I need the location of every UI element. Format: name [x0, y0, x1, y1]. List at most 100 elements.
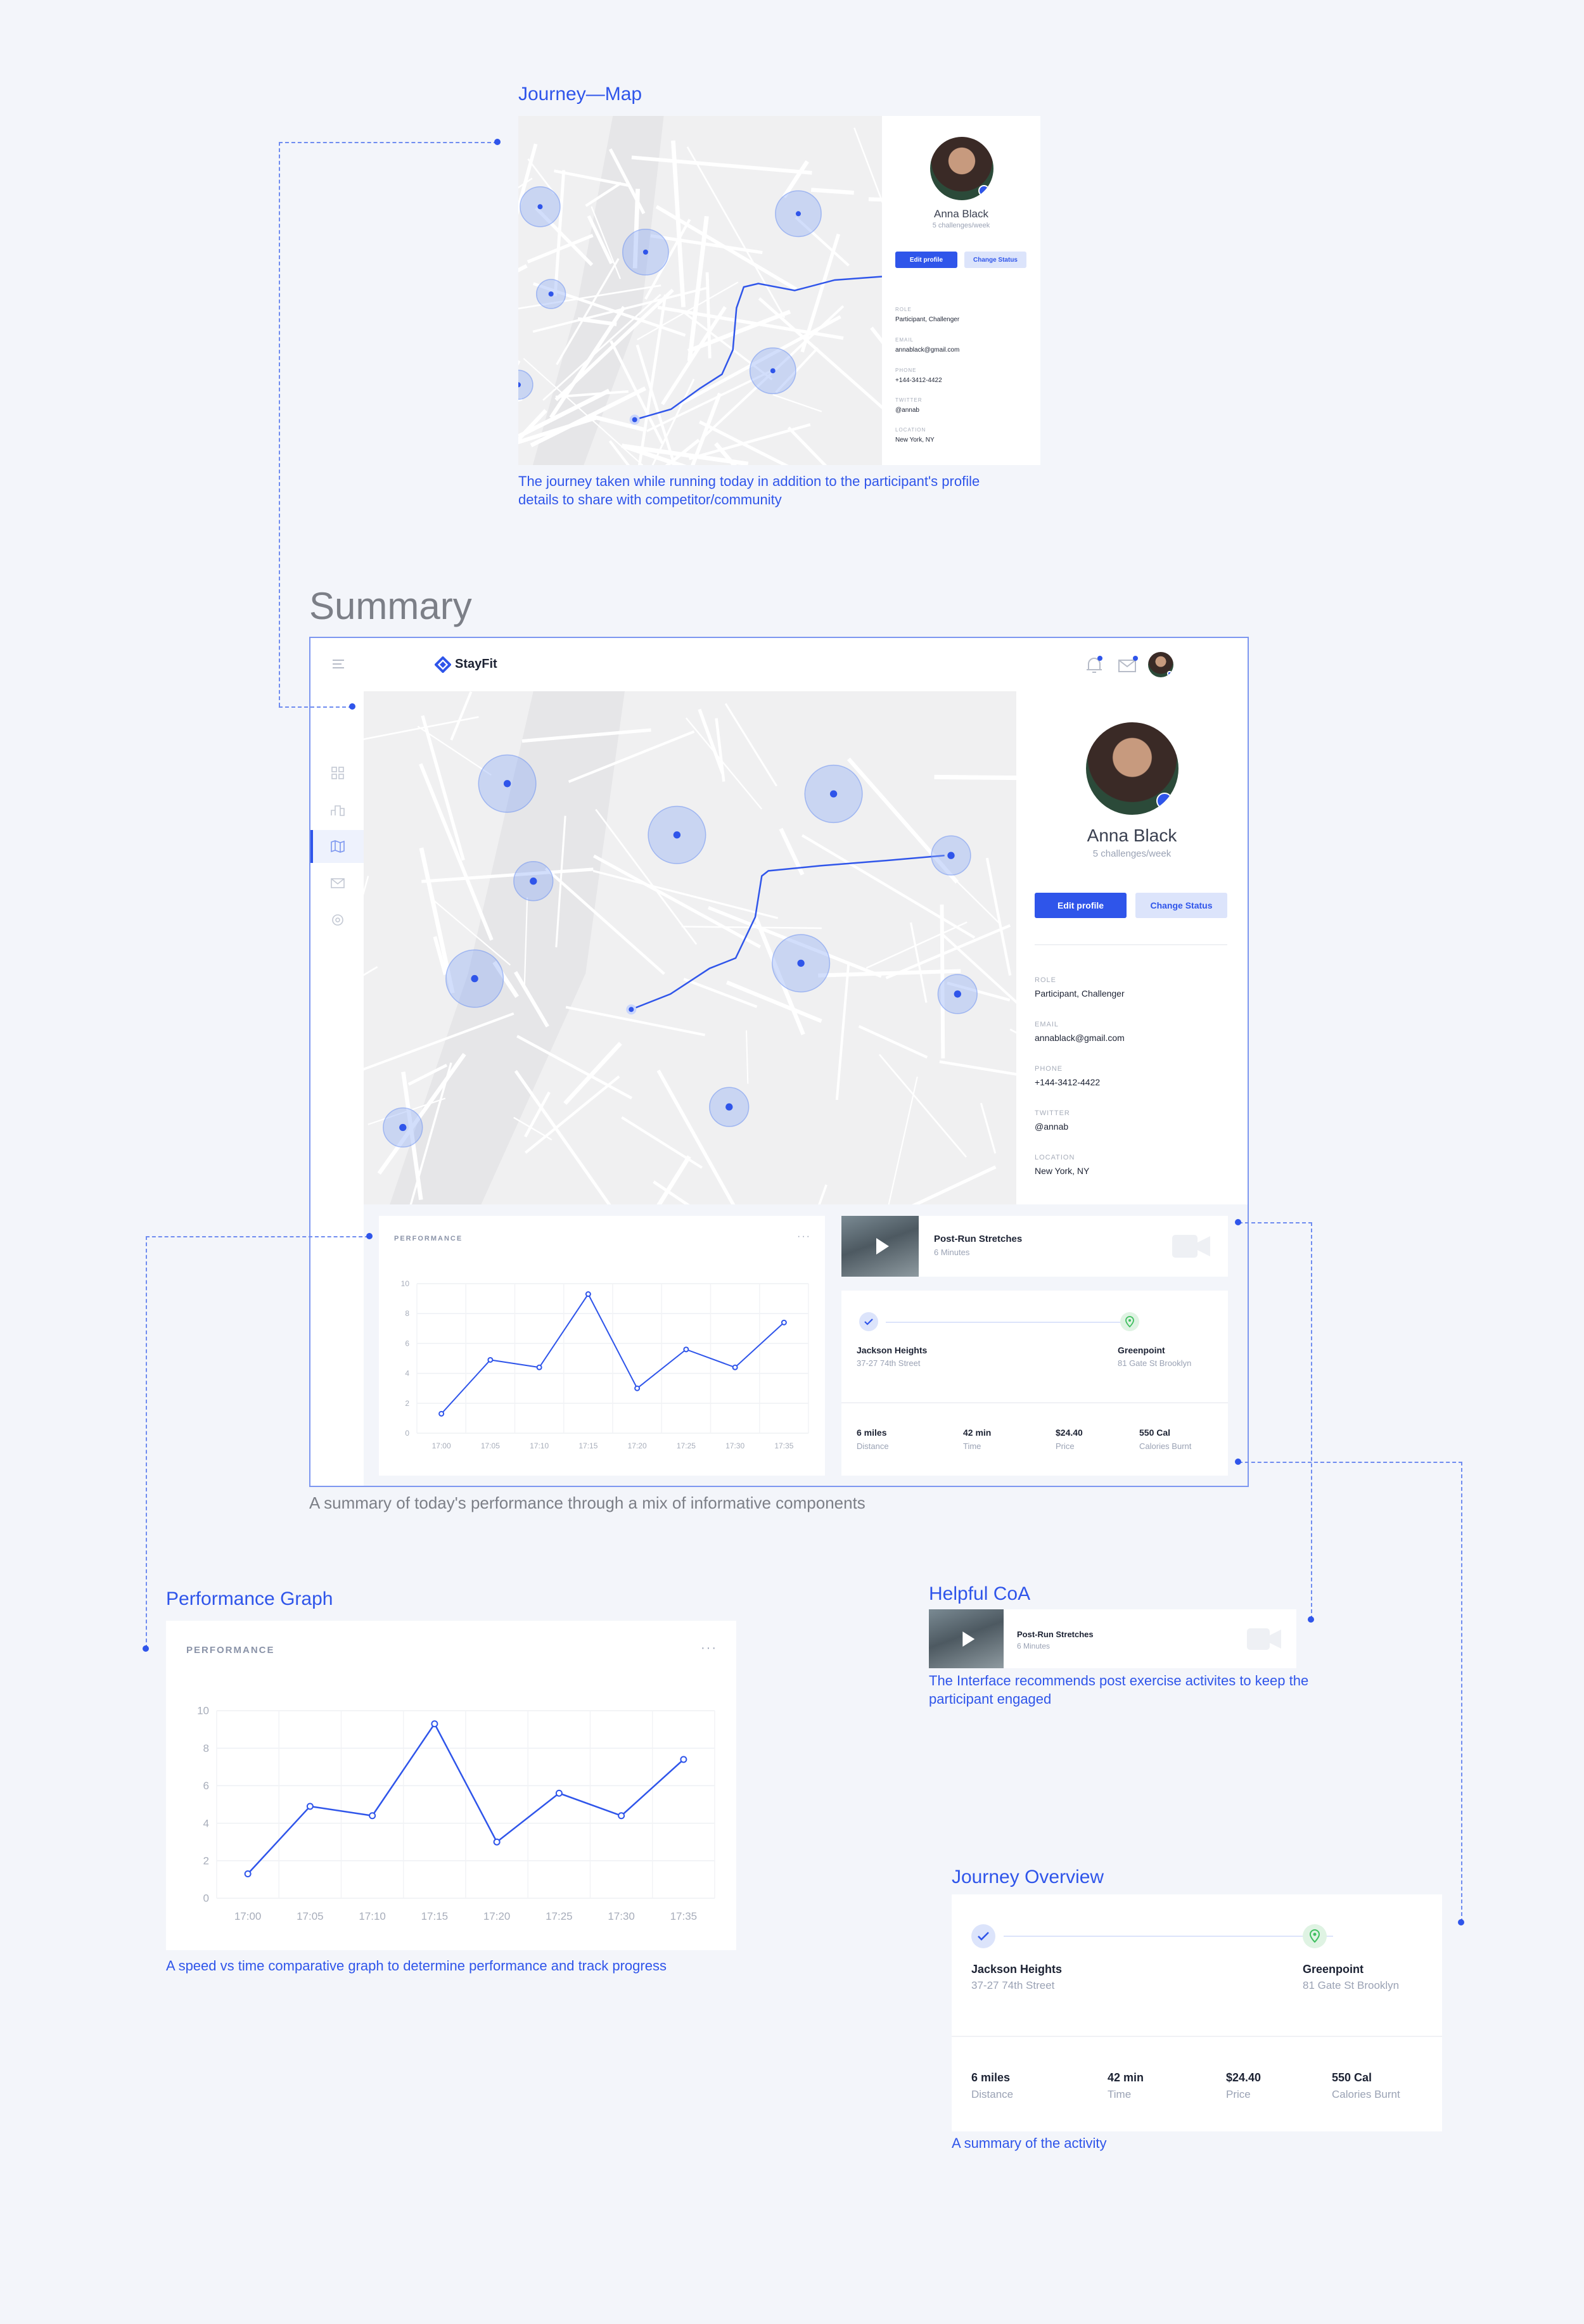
- journey-map-caption: The journey taken while running today in…: [518, 473, 980, 508]
- video-thumbnail[interactable]: [841, 1216, 919, 1277]
- x-tick-label: 17:05: [481, 1441, 500, 1450]
- activity-point: [947, 852, 955, 859]
- activity-point: [471, 974, 478, 983]
- connector-overview-v: [1461, 1462, 1462, 1922]
- x-tick-label: 17:25: [546, 1910, 573, 1922]
- profile-divider: [1035, 944, 1227, 945]
- end-location-name: Greenpoint: [1303, 1963, 1364, 1976]
- start-location-address: 37-27 74th Street: [971, 1979, 1055, 1991]
- activity-point: [797, 959, 805, 967]
- phone-value: +144-3412-4422: [1035, 1077, 1101, 1087]
- start-location-address: 37-27 74th Street: [857, 1358, 921, 1368]
- mail-nav-icon[interactable]: [331, 876, 345, 890]
- stat-price-value: $24.40: [1056, 1427, 1083, 1438]
- connector-dot: [494, 139, 501, 145]
- stat-distance-label: Distance: [971, 2088, 1014, 2100]
- data-point: [536, 1364, 542, 1370]
- brand-name: StayFit: [455, 657, 497, 671]
- change-status-button[interactable]: Change Status: [964, 252, 1026, 268]
- x-tick-label: 17:20: [628, 1441, 647, 1450]
- x-tick-label: 17:25: [677, 1441, 696, 1450]
- coa-video-card[interactable]: Post-Run Stretches 6 Minutes: [929, 1609, 1296, 1668]
- phone-label: PHONE: [895, 367, 917, 373]
- performance-graph-card: PERFORMANCE ··· 0 2 4 6 8 10 17:00 17:05 17:10 17…: [166, 1621, 736, 1950]
- edit-profile-button[interactable]: Edit profile: [1035, 893, 1127, 918]
- email-label: EMAIL: [1035, 1021, 1059, 1028]
- activity-point: [503, 780, 511, 788]
- video-title: Post-Run Stretches: [934, 1234, 1023, 1244]
- phone-value: +144-3412-4422: [895, 377, 942, 384]
- y-tick-label: 4: [203, 1817, 209, 1829]
- x-tick-label: 17:15: [578, 1441, 597, 1450]
- connector-dot: [1458, 1919, 1464, 1925]
- user-avatar[interactable]: [1148, 652, 1173, 677]
- mail-icon[interactable]: [1118, 654, 1138, 675]
- street: [934, 774, 1016, 781]
- role-value: Participant, Challenger: [1035, 988, 1125, 999]
- top-bar: StayFit: [310, 638, 1248, 691]
- x-tick-label: 17:30: [608, 1910, 635, 1922]
- video-title: Post-Run Stretches: [1017, 1630, 1094, 1639]
- video-card[interactable]: Post-Run Stretches 6 Minutes: [841, 1216, 1228, 1277]
- role-label: ROLE: [1035, 976, 1056, 984]
- journey-map-small[interactable]: [518, 116, 882, 465]
- journey-map-large[interactable]: [364, 691, 1016, 1204]
- twitter-value: @annab: [1035, 1121, 1069, 1132]
- end-location-name: Greenpoint: [1118, 1345, 1165, 1355]
- street-map: [364, 691, 1016, 1204]
- connector-dot: [366, 1233, 373, 1239]
- data-point: [306, 1803, 314, 1810]
- x-tick-label: 17:10: [359, 1910, 386, 1922]
- activity-point: [399, 1123, 407, 1132]
- stat-calories-label: Calories Burnt: [1139, 1441, 1192, 1451]
- edit-profile-button[interactable]: Edit profile: [895, 252, 957, 268]
- x-tick-label: 17:05: [297, 1910, 324, 1922]
- location-value: New York, NY: [895, 437, 935, 444]
- activity-point: [795, 211, 801, 217]
- connector-journey-map-h2: [279, 706, 352, 708]
- connector-coa-v: [1311, 1222, 1312, 1619]
- x-tick-label: 17:35: [774, 1441, 793, 1450]
- journey-divider: [952, 2036, 1442, 2037]
- bell-icon[interactable]: [1085, 654, 1104, 675]
- menu-icon[interactable]: [332, 659, 345, 669]
- twitter-label: TWITTER: [1035, 1109, 1070, 1117]
- map-nav-active[interactable]: [310, 830, 364, 863]
- location-label: LOCATION: [1035, 1154, 1075, 1161]
- podium-icon[interactable]: [331, 803, 345, 817]
- performance-graph-caption: A speed vs time comparative graph to det…: [166, 1958, 667, 1974]
- twitter-value: @annab: [895, 407, 919, 414]
- avatar[interactable]: [930, 137, 993, 200]
- x-tick-label: 17:00: [234, 1910, 262, 1922]
- settings-icon[interactable]: [331, 913, 345, 927]
- location-label: LOCATION: [895, 427, 926, 433]
- data-point: [487, 1357, 494, 1363]
- connector-journey-map: [279, 142, 497, 143]
- journey-divider: [841, 1402, 1228, 1403]
- x-tick-label: 17:20: [483, 1910, 511, 1922]
- stat-price-label: Price: [1226, 2088, 1251, 2100]
- grid-icon[interactable]: [331, 766, 345, 780]
- helpful-coa-title: Helpful CoA: [929, 1583, 1031, 1604]
- profile-card-small: Anna Black 5 challenges/week Edit profil…: [882, 116, 1040, 465]
- video-duration: 6 Minutes: [1017, 1642, 1051, 1650]
- performance-card: PERFORMANCE ··· 0 2 4 6 8 10 17:00 17:05 17:10 17…: [379, 1216, 825, 1476]
- summary-caption: A summary of today's performance through…: [309, 1493, 865, 1512]
- stat-calories-value: 550 Cal: [1139, 1427, 1171, 1438]
- map-icon: [331, 840, 345, 853]
- data-point: [585, 1291, 591, 1298]
- change-status-button[interactable]: Change Status: [1135, 893, 1227, 918]
- pin-icon: [1120, 1312, 1139, 1331]
- data-point: [781, 1319, 787, 1325]
- video-thumbnail[interactable]: [929, 1609, 1004, 1668]
- helpful-coa-caption: The Interface recommends post exercise a…: [929, 1673, 1309, 1707]
- twitter-label: TWITTER: [895, 397, 923, 403]
- end-location-address: 81 Gate St Brooklyn: [1303, 1979, 1400, 1991]
- avatar[interactable]: [1086, 722, 1178, 815]
- y-tick-label: 8: [203, 1742, 209, 1754]
- journey-overview-caption: A summary of the activity: [952, 2135, 1107, 2151]
- profile-subtitle: 5 challenges/week: [1092, 848, 1172, 859]
- activity-point: [829, 790, 838, 798]
- stat-time-value: 42 min: [1108, 2071, 1144, 2084]
- role-value: Participant, Challenger: [895, 316, 960, 323]
